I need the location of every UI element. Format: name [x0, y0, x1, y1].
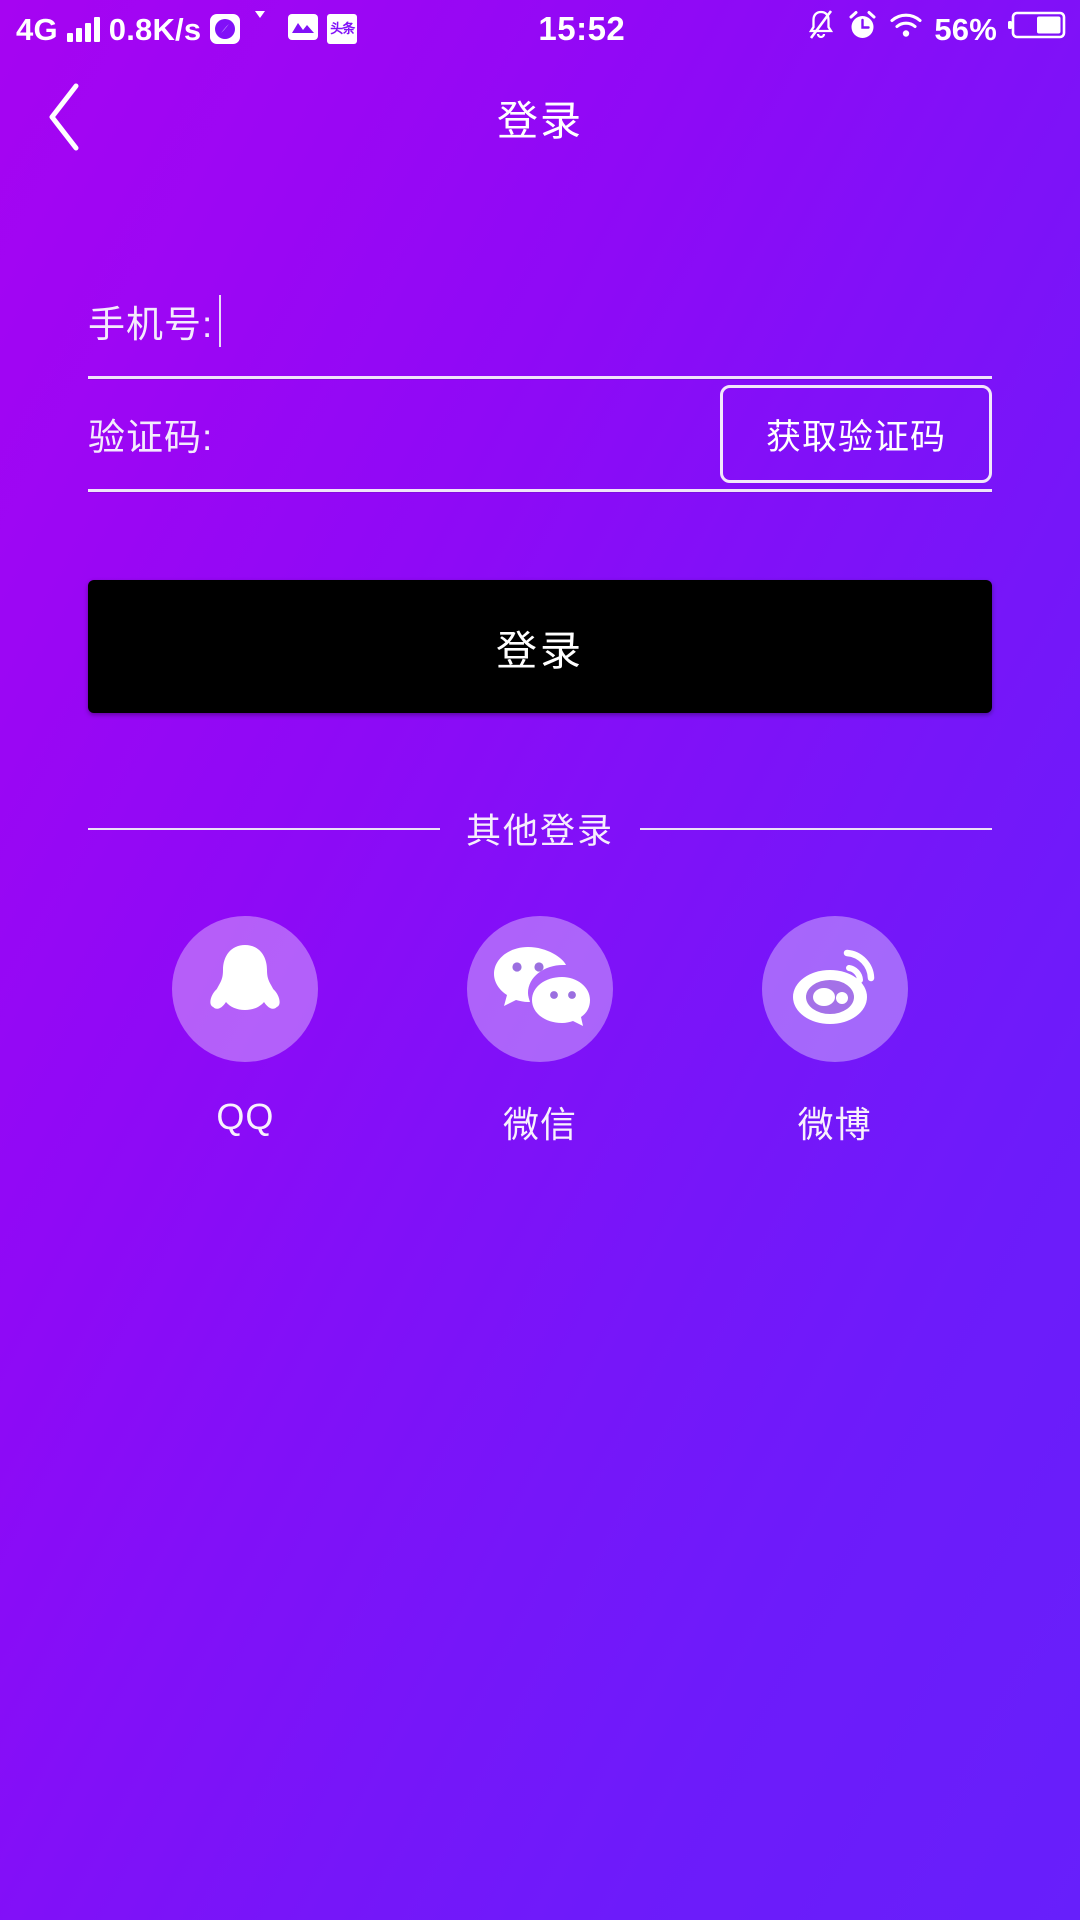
divider-line-right	[640, 827, 993, 830]
status-bar: 4G 0.8K/s 头条 15:52 56%	[0, 0, 1080, 58]
photo-app-icon	[288, 14, 319, 44]
qq-icon-circle	[172, 916, 319, 1062]
login-submit-button[interactable]: 登录	[88, 580, 992, 713]
toutiao-app-icon: 头条	[327, 14, 358, 44]
social-login-weibo-label: 微博	[797, 1104, 872, 1145]
form-spacer	[88, 492, 992, 580]
bell-muted-icon	[806, 9, 836, 49]
back-chevron-icon	[42, 81, 88, 153]
alarm-clock-icon	[847, 10, 878, 49]
signal-bars-icon	[66, 16, 100, 42]
get-code-button[interactable]: 获取验证码	[720, 385, 992, 483]
social-login-list: QQ 微信 微博	[88, 916, 992, 1148]
other-login-label: 其他登录	[466, 812, 615, 851]
phone-field-row: 手机号:	[88, 266, 992, 376]
code-field-row: 验证码: 获取验证码	[88, 379, 992, 489]
phone-input[interactable]	[219, 291, 992, 351]
data-rate-label: 0.8K/s	[108, 11, 202, 47]
divider-line-left	[88, 827, 440, 830]
network-type-label: 4G	[16, 11, 58, 47]
status-bar-clock: 15:52	[538, 10, 626, 47]
battery-icon	[1008, 10, 1066, 48]
status-bar-center: 15:52	[357, 10, 806, 48]
wechat-icon-circle	[466, 916, 613, 1062]
battery-percent-label: 56%	[934, 11, 997, 47]
phone-field-label: 手机号:	[88, 304, 214, 345]
other-login-divider: 其他登录	[88, 803, 993, 854]
status-bar-left: 4G 0.8K/s 头条	[16, 11, 358, 47]
back-button[interactable]	[30, 82, 100, 152]
wechat-icon	[490, 941, 590, 1038]
page-header: 登录	[0, 58, 1080, 176]
social-login-qq[interactable]: QQ	[172, 916, 319, 1138]
weibo-icon	[785, 941, 885, 1038]
login-form: 手机号: 验证码: 获取验证码 登录	[0, 266, 1080, 713]
compass-app-icon	[210, 14, 241, 44]
weibo-icon-circle	[761, 916, 908, 1062]
text-caret	[219, 295, 222, 347]
social-login-wechat[interactable]: 微信	[466, 916, 613, 1148]
social-login-weibo[interactable]: 微博	[761, 916, 908, 1148]
status-bar-right: 56%	[806, 9, 1066, 49]
wifi-icon	[889, 11, 923, 47]
other-login-section: 其他登录 QQ 微信 微博	[0, 803, 1080, 1148]
qq-penguin-icon	[199, 939, 291, 1040]
page-title: 登录	[497, 98, 583, 144]
code-field-label: 验证码:	[88, 417, 214, 458]
chat-bubble-app-icon	[249, 14, 279, 44]
social-login-wechat-label: 微信	[502, 1104, 577, 1145]
social-login-qq-label: QQ	[216, 1096, 275, 1137]
